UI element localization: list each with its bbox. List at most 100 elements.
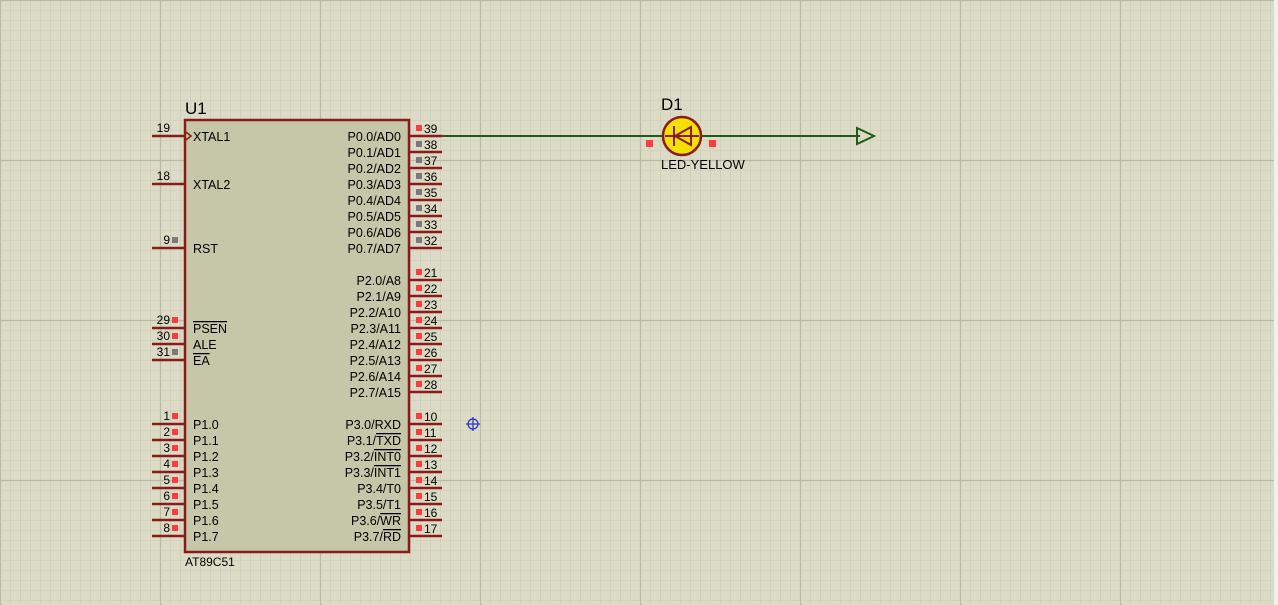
pin-label: P0.4/AD4	[347, 194, 401, 208]
pin-number: 23	[424, 298, 438, 312]
pin-number: 34	[424, 202, 438, 216]
pin-number: 15	[424, 490, 438, 504]
pin-label: P3.0/RXD	[345, 418, 401, 432]
pin-marker	[416, 445, 422, 451]
pin-marker	[416, 125, 422, 131]
pin-number: 14	[424, 474, 438, 488]
pin-number: 36	[424, 170, 438, 184]
pin-number: 30	[157, 329, 171, 343]
pin-marker	[172, 509, 178, 515]
pin-number: 8	[163, 521, 170, 535]
pin-label: P0.5/AD5	[347, 210, 401, 224]
pin-marker	[172, 445, 178, 451]
pin-number: 12	[424, 442, 438, 456]
pin-number: 37	[424, 154, 438, 168]
pin-marker	[172, 237, 178, 243]
pin-number: 26	[424, 346, 438, 360]
vertical-scrollbar[interactable]	[1274, 0, 1278, 605]
pin-label: P1.3	[193, 466, 219, 480]
pin-marker	[172, 333, 178, 339]
pin-number: 13	[424, 458, 438, 472]
pin-number: 17	[424, 522, 438, 536]
pin-label: P2.4/A12	[350, 338, 401, 352]
pin-label: P0.7/AD7	[347, 242, 401, 256]
u1-part-name: AT89C51	[185, 555, 235, 569]
pin-number: 27	[424, 362, 438, 376]
pin-marker	[416, 173, 422, 179]
pin-number: 35	[424, 186, 438, 200]
pin-marker	[416, 221, 422, 227]
pin-label: P0.1/AD1	[347, 146, 401, 160]
pin-marker	[416, 237, 422, 243]
pin-label: P2.2/A10	[350, 306, 401, 320]
pin-number: 9	[163, 233, 170, 247]
pin-label: PSEN	[193, 322, 227, 336]
pin-number: 25	[424, 330, 438, 344]
pin-number: 1	[163, 409, 170, 423]
pin-marker	[416, 477, 422, 483]
pin-label: P1.6	[193, 514, 219, 528]
pin-number: 32	[424, 234, 438, 248]
pin-number: 31	[157, 345, 171, 359]
pin-label: P0.6/AD6	[347, 226, 401, 240]
pin-number: 24	[424, 314, 438, 328]
schematic-sheet[interactable]: U1 AT89C51 19XTAL118XTAL29RST29PSEN30ALE…	[0, 0, 1278, 605]
pin-label: P0.0/AD0	[347, 130, 401, 144]
pin-marker	[172, 429, 178, 435]
pin-marker	[172, 413, 178, 419]
pin-number: 39	[424, 122, 438, 136]
u1-microcontroller[interactable]: U1 AT89C51 19XTAL118XTAL29RST29PSEN30ALE…	[152, 99, 442, 569]
pin-label: P2.3/A11	[350, 322, 401, 336]
pin-label: P2.6/A14	[350, 370, 401, 384]
pin-label: XTAL2	[193, 178, 230, 192]
pin-marker	[416, 509, 422, 515]
pin-label: P1.2	[193, 450, 219, 464]
pin-marker	[416, 189, 422, 195]
pin-label: P2.1/A9	[357, 290, 402, 304]
d1-part-name: LED-YELLOW	[661, 157, 746, 172]
pin-number: 16	[424, 506, 438, 520]
pin-marker	[416, 413, 422, 419]
pin-label: EA	[193, 354, 210, 368]
pin-marker	[172, 461, 178, 467]
pin-marker	[172, 317, 178, 323]
pin-marker	[416, 205, 422, 211]
schematic-canvas[interactable]: U1 AT89C51 19 XTAL1 18 XTAL2 9 RST 29 PSEN 30 ALE…	[0, 0, 1278, 605]
pin-label: P3.3/INT1	[345, 466, 401, 480]
pin-label: P2.7/A15	[350, 386, 401, 400]
pin-marker	[416, 461, 422, 467]
pin-number: 5	[163, 473, 170, 487]
pin-number: 22	[424, 282, 438, 296]
pin-number: 10	[424, 410, 438, 424]
u1-reference: U1	[185, 99, 207, 118]
pin-number: 2	[163, 425, 170, 439]
pin-label: P1.5	[193, 498, 219, 512]
pin-label: RST	[193, 242, 218, 256]
pin-number: 21	[424, 266, 438, 280]
pin-number: 4	[163, 457, 170, 471]
pin-label: XTAL1	[193, 130, 230, 144]
pin-marker	[416, 269, 422, 275]
led-pin-marker-right	[709, 140, 716, 147]
pin-label: P1.0	[193, 418, 219, 432]
pin-number: 11	[424, 426, 437, 440]
pin-marker	[416, 381, 422, 387]
d1-reference: D1	[661, 95, 683, 114]
pin-marker	[416, 525, 422, 531]
pin-marker	[416, 317, 422, 323]
pin-marker	[416, 157, 422, 163]
pin-number: 3	[163, 441, 170, 455]
pin-number: 7	[163, 505, 170, 519]
pin-label: P1.7	[193, 530, 219, 544]
pin-marker	[416, 333, 422, 339]
pin-number: 28	[424, 378, 438, 392]
pin-marker	[172, 493, 178, 499]
pin-marker	[172, 349, 178, 355]
pin-number: 6	[163, 489, 170, 503]
pin-label: P2.5/A13	[350, 354, 401, 368]
pin-number: 19	[157, 121, 171, 135]
pin-marker	[416, 141, 422, 147]
pin-label: P1.4	[193, 482, 219, 496]
pin-number: 29	[157, 313, 171, 327]
pin-label: P0.2/AD2	[347, 162, 401, 176]
